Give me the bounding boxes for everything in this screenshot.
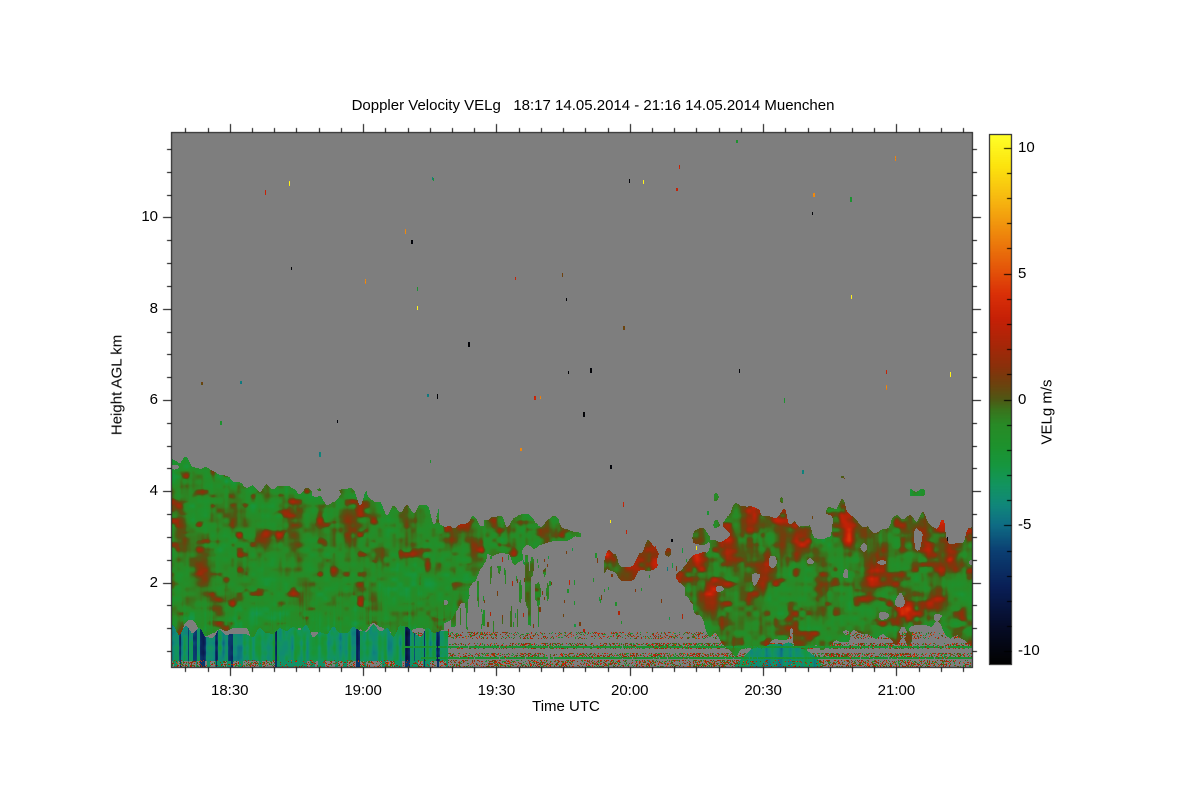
y-axis-tick-label: 6 [149, 391, 158, 408]
colorbar-tick-label: -10 [1018, 642, 1040, 660]
x-axis-tick-label: 19:30 [477, 682, 516, 699]
tick-labels-layer: 18:30 19:00 19:30 20:00 20:30 21:00 2 4 6 8 10 10 5 0… [0, 0, 1200, 800]
x-axis-tick-label: 18:30 [210, 682, 249, 699]
x-axis-tick-label: 20:30 [744, 682, 782, 699]
colorbar-tick-label: 0 [1018, 390, 1027, 408]
x-axis-tick-label: 20:00 [610, 682, 649, 699]
y-axis-tick-label: 8 [149, 299, 158, 317]
x-axis-tick-label: 21:00 [877, 682, 916, 699]
colorbar-tick-label: 5 [1018, 264, 1027, 282]
y-axis-tick-label: 2 [149, 573, 158, 591]
y-axis-tick-label: 10 [141, 208, 158, 226]
colorbar-tick-label: -5 [1018, 516, 1032, 534]
y-axis-tick-label: 4 [149, 482, 158, 500]
colorbar-tick-label: 10 [1018, 138, 1035, 156]
x-axis-tick-label: 19:00 [344, 682, 382, 699]
doppler-velocity-plot-page: Doppler Velocity VELg 18:17 14.05.2014 -… [0, 0, 1200, 800]
